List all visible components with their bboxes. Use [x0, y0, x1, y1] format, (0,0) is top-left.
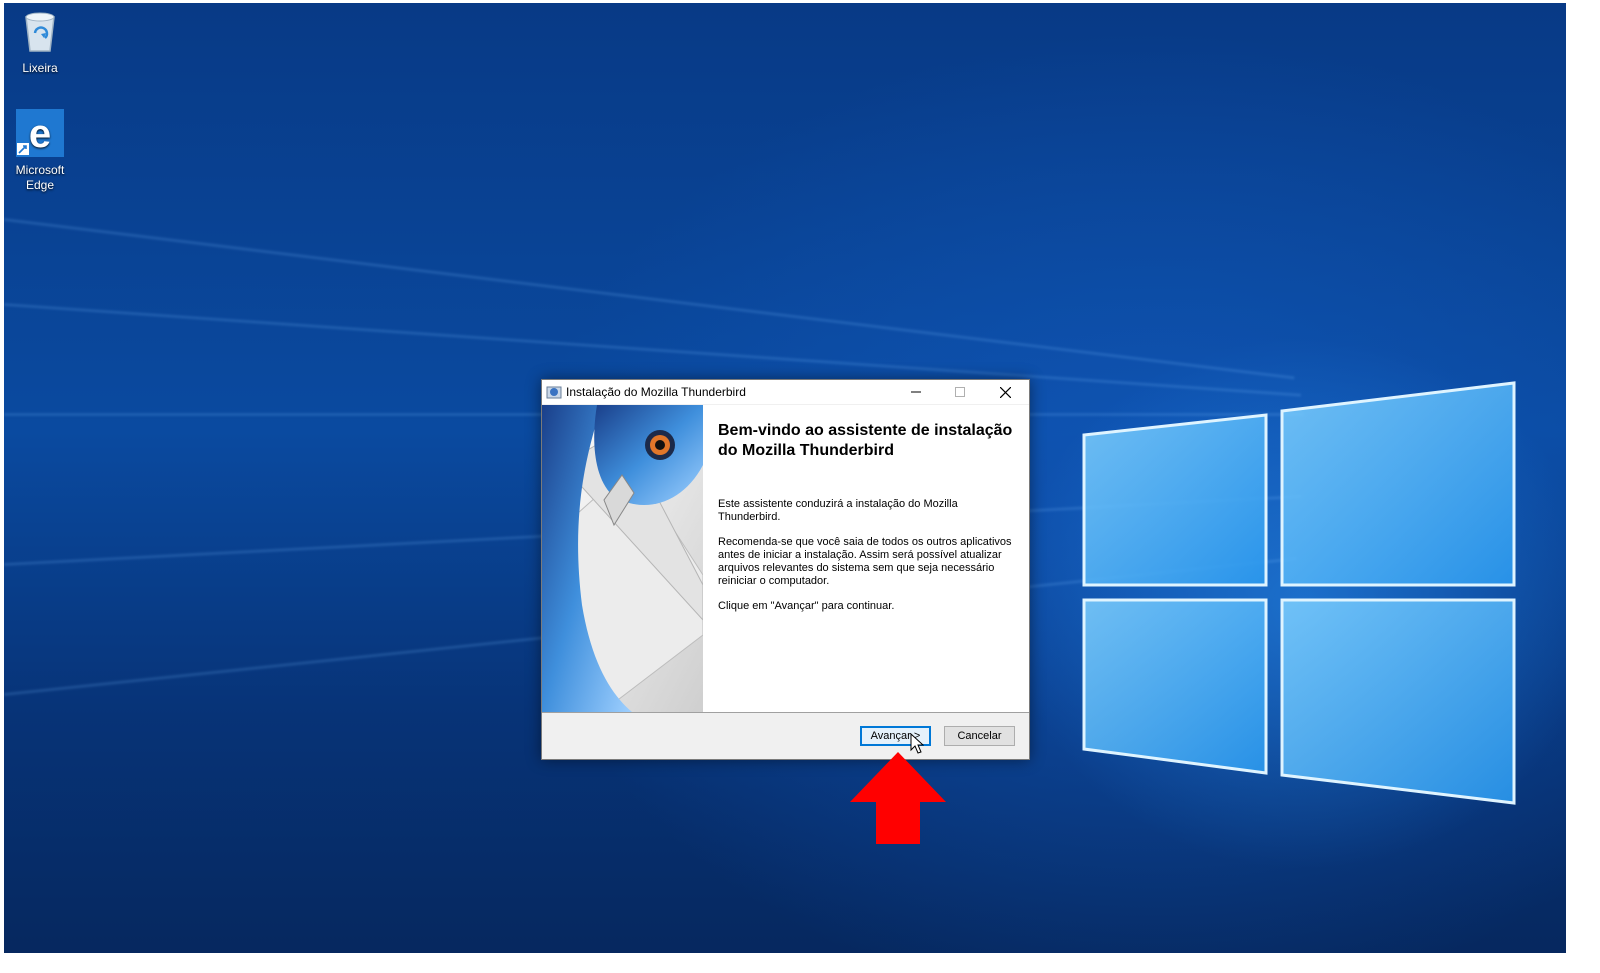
close-icon [999, 386, 1011, 398]
cancel-button[interactable]: Cancelar [944, 726, 1015, 746]
edge-icon: e [16, 109, 64, 157]
window-title: Instalação do Mozilla Thunderbird [566, 385, 746, 399]
thunderbird-banner-image [542, 405, 703, 712]
red-arrow-annotation-icon [850, 752, 946, 844]
thunderbird-logo-icon [542, 405, 703, 712]
desktop-icon-edge[interactable]: e Microsoft Edge [4, 109, 76, 193]
installer-icon [546, 386, 562, 399]
welcome-panel: Bem-vindo ao assistente de instalação do… [703, 405, 1029, 712]
desktop-icon-label: Lixeira [22, 61, 58, 75]
welcome-heading: Bem-vindo ao assistente de instalação do… [718, 422, 1013, 459]
intro-text: Este assistente conduzirá a instalação d… [718, 498, 958, 523]
maximize-icon [955, 387, 965, 397]
minimize-button[interactable] [894, 380, 938, 404]
divider [542, 712, 1029, 713]
title-bar[interactable]: Instalação do Mozilla Thunderbird [542, 380, 1029, 404]
recommendation-text: Recomenda-se que você saia de todos os o… [718, 536, 1012, 587]
svg-text:e: e [29, 112, 51, 156]
minimize-icon [911, 391, 921, 393]
recycle-bin-icon [25, 12, 55, 52]
continue-instruction: Clique em "Avançar" para continuar. [718, 600, 895, 612]
close-button[interactable] [983, 380, 1027, 404]
desktop-icon-recycle-bin[interactable]: Lixeira [4, 11, 76, 76]
desktop-icon-label: Microsoft Edge [15, 163, 65, 192]
installer-window: Instalação do Mozilla Thunderbird Bem-vi… [541, 379, 1030, 760]
maximize-button [938, 380, 982, 404]
